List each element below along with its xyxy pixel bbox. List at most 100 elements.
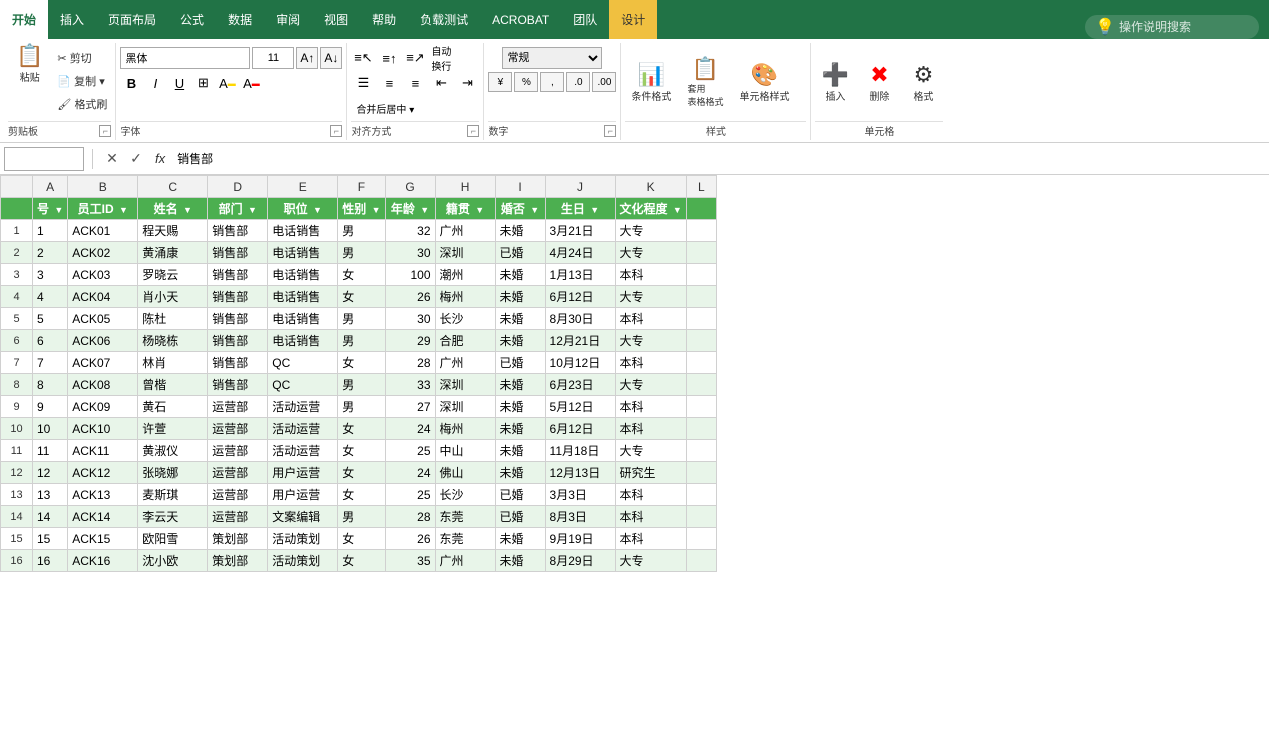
name-box[interactable] xyxy=(4,147,84,171)
cell-gender[interactable]: 男 xyxy=(338,396,385,418)
cell-age[interactable]: 33 xyxy=(385,374,435,396)
filter-a-icon[interactable]: ▼ xyxy=(54,205,63,215)
cell-dept[interactable]: 销售部 xyxy=(208,374,268,396)
cell-gender[interactable]: 男 xyxy=(338,242,385,264)
cell-gender[interactable]: 女 xyxy=(338,528,385,550)
cell-num[interactable]: 1 xyxy=(33,220,68,242)
cell-dept[interactable]: 运营部 xyxy=(208,396,268,418)
filter-g-icon[interactable]: ▼ xyxy=(420,205,429,215)
cell-birth[interactable]: 6月23日 xyxy=(545,374,615,396)
cell-id[interactable]: ACK06 xyxy=(68,330,138,352)
cell-num[interactable]: 6 xyxy=(33,330,68,352)
cell-married[interactable]: 未婚 xyxy=(495,528,545,550)
table-row[interactable]: 16 16 ACK16 沈小欧 策划部 活动策划 女 35 广州 未婚 8月29… xyxy=(1,550,717,572)
filter-col-g[interactable]: 年龄 ▼ xyxy=(385,198,435,220)
tab-team[interactable]: 团队 xyxy=(561,0,609,39)
tab-home[interactable]: 开始 xyxy=(0,0,48,39)
col-header-i[interactable]: I xyxy=(495,176,545,198)
cell-pos[interactable]: 用户运营 xyxy=(268,462,338,484)
cell-dept[interactable]: 策划部 xyxy=(208,528,268,550)
cell-dept[interactable]: 销售部 xyxy=(208,220,268,242)
cell-name[interactable]: 肖小天 xyxy=(138,286,208,308)
decrease-decimal-button[interactable]: .0 xyxy=(566,72,590,92)
cell-pos[interactable]: 文案编辑 xyxy=(268,506,338,528)
cell-gender[interactable]: 女 xyxy=(338,264,385,286)
clipboard-expand[interactable]: ⌐ xyxy=(99,125,111,137)
table-row[interactable]: 13 13 ACK13 麦斯琪 运营部 用户运营 女 25 长沙 已婚 3月3日… xyxy=(1,484,717,506)
cell-num[interactable]: 14 xyxy=(33,506,68,528)
cell-id[interactable]: ACK08 xyxy=(68,374,138,396)
cell-birth[interactable]: 1月13日 xyxy=(545,264,615,286)
cell-pos[interactable]: 电话销售 xyxy=(268,220,338,242)
cell-age[interactable]: 26 xyxy=(385,528,435,550)
cell-dept[interactable]: 销售部 xyxy=(208,286,268,308)
cell-num[interactable]: 13 xyxy=(33,484,68,506)
align-top-center-button[interactable]: ≡↑ xyxy=(377,47,401,69)
cell-birth[interactable]: 3月3日 xyxy=(545,484,615,506)
cell-origin[interactable]: 潮州 xyxy=(435,264,495,286)
cell-age[interactable]: 28 xyxy=(385,352,435,374)
cell-gender[interactable]: 女 xyxy=(338,286,385,308)
cell-edu[interactable]: 大专 xyxy=(615,286,686,308)
font-color-button[interactable]: A▬ xyxy=(240,72,262,94)
cell-edu[interactable]: 大专 xyxy=(615,440,686,462)
cell-gender[interactable]: 男 xyxy=(338,220,385,242)
filter-d-icon[interactable]: ▼ xyxy=(248,205,257,215)
filter-h-icon[interactable]: ▼ xyxy=(475,205,484,215)
tab-formula[interactable]: 公式 xyxy=(168,0,216,39)
comma-button[interactable]: , xyxy=(540,72,564,92)
cell-dept[interactable]: 策划部 xyxy=(208,550,268,572)
cell-id[interactable]: ACK12 xyxy=(68,462,138,484)
cell-birth[interactable]: 6月12日 xyxy=(545,286,615,308)
cell-married[interactable]: 未婚 xyxy=(495,330,545,352)
col-header-f[interactable]: F xyxy=(338,176,385,198)
cell-married[interactable]: 未婚 xyxy=(495,418,545,440)
cell-name[interactable]: 沈小欧 xyxy=(138,550,208,572)
formula-input[interactable] xyxy=(173,147,1265,171)
cell-name[interactable]: 李云天 xyxy=(138,506,208,528)
search-box[interactable]: 💡 xyxy=(1085,15,1259,39)
decrease-indent-button[interactable]: ⇤ xyxy=(429,72,453,94)
col-header-a[interactable]: A xyxy=(33,176,68,198)
cell-married[interactable]: 未婚 xyxy=(495,220,545,242)
cell-name[interactable]: 欧阳雪 xyxy=(138,528,208,550)
cell-age[interactable]: 27 xyxy=(385,396,435,418)
cell-origin[interactable]: 合肥 xyxy=(435,330,495,352)
cell-birth[interactable]: 12月13日 xyxy=(545,462,615,484)
cell-origin[interactable]: 广州 xyxy=(435,550,495,572)
cell-married[interactable]: 已婚 xyxy=(495,506,545,528)
cell-gender[interactable]: 女 xyxy=(338,550,385,572)
cell-name[interactable]: 罗晓云 xyxy=(138,264,208,286)
confirm-formula-button[interactable]: ✓ xyxy=(125,148,147,170)
cell-num[interactable]: 16 xyxy=(33,550,68,572)
cell-num[interactable]: 2 xyxy=(33,242,68,264)
tab-help[interactable]: 帮助 xyxy=(360,0,408,39)
cell-birth[interactable]: 9月19日 xyxy=(545,528,615,550)
cell-id[interactable]: ACK07 xyxy=(68,352,138,374)
filter-col-k[interactable]: 文化程度 ▼ xyxy=(615,198,686,220)
copy-button[interactable]: 📄 复制 ▾ xyxy=(53,71,111,91)
cell-age[interactable]: 100 xyxy=(385,264,435,286)
paste-button[interactable]: 📋 粘贴 xyxy=(8,43,51,119)
cell-gender[interactable]: 女 xyxy=(338,484,385,506)
cell-id[interactable]: ACK04 xyxy=(68,286,138,308)
cell-num[interactable]: 8 xyxy=(33,374,68,396)
cell-age[interactable]: 24 xyxy=(385,418,435,440)
cell-edu[interactable]: 大专 xyxy=(615,220,686,242)
table-row[interactable]: 9 9 ACK09 黄石 运营部 活动运营 男 27 深圳 未婚 5月12日 本… xyxy=(1,396,717,418)
cell-dept[interactable]: 运营部 xyxy=(208,440,268,462)
cell-origin[interactable]: 长沙 xyxy=(435,308,495,330)
table-row[interactable]: 14 14 ACK14 李云天 运营部 文案编辑 男 28 东莞 已婚 8月3日… xyxy=(1,506,717,528)
cell-age[interactable]: 30 xyxy=(385,242,435,264)
cell-dept[interactable]: 运营部 xyxy=(208,484,268,506)
cell-birth[interactable]: 12月21日 xyxy=(545,330,615,352)
cell-origin[interactable]: 广州 xyxy=(435,220,495,242)
cell-id[interactable]: ACK03 xyxy=(68,264,138,286)
cell-age[interactable]: 25 xyxy=(385,484,435,506)
merge-button[interactable]: 合并后居中 ▾ xyxy=(351,97,419,119)
cell-birth[interactable]: 3月21日 xyxy=(545,220,615,242)
increase-indent-button[interactable]: ⇥ xyxy=(455,72,479,94)
cell-pos[interactable]: 用户运营 xyxy=(268,484,338,506)
cell-dept[interactable]: 运营部 xyxy=(208,462,268,484)
align-center-button[interactable]: ≡ xyxy=(377,72,401,94)
